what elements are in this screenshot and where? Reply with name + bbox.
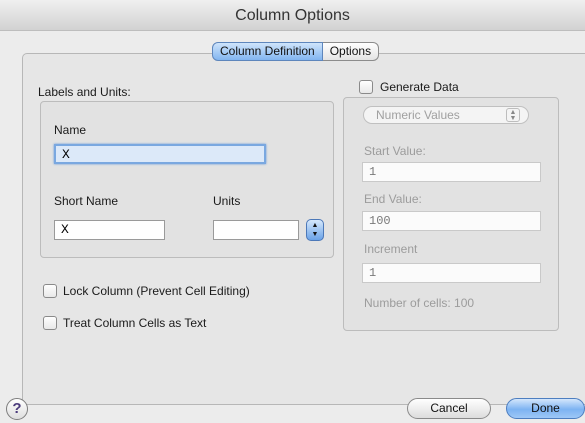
generate-data-label: Generate Data <box>380 80 459 94</box>
start-value-field[interactable]: 1 <box>362 162 541 182</box>
chevron-updown-icon: ▲ ▼ <box>506 108 520 122</box>
generate-mode-value: Numeric Values <box>376 108 460 122</box>
short-name-field[interactable]: X <box>54 220 165 240</box>
generate-data-checkbox[interactable] <box>359 80 373 94</box>
treat-text-label: Treat Column Cells as Text <box>63 316 207 330</box>
tab-options[interactable]: Options <box>322 42 380 61</box>
generate-mode-popup[interactable]: Numeric Values ▲ ▼ <box>363 106 529 124</box>
treat-text-checkbox[interactable] <box>43 316 57 330</box>
tab-column-definition[interactable]: Column Definition <box>212 42 323 61</box>
labels-units-heading: Labels and Units: <box>38 85 131 99</box>
increment-field[interactable]: 1 <box>362 263 541 283</box>
window-title: Column Options <box>0 0 585 31</box>
title-separator <box>0 30 585 31</box>
short-name-label: Short Name <box>54 194 119 208</box>
done-button[interactable]: Done <box>506 398 585 419</box>
end-value-field[interactable]: 100 <box>362 211 541 231</box>
tab-bar: Column Definition Options <box>212 42 380 61</box>
lock-column-checkbox[interactable] <box>43 284 57 298</box>
start-value-label: Start Value: <box>364 144 426 158</box>
units-field[interactable] <box>213 220 299 240</box>
units-stepper[interactable]: ▲ ▼ <box>306 219 324 241</box>
units-label: Units <box>213 194 241 208</box>
number-of-cells: Number of cells: 100 <box>364 296 475 310</box>
name-field[interactable]: X <box>54 144 266 164</box>
lock-column-label: Lock Column (Prevent Cell Editing) <box>63 284 250 298</box>
help-button[interactable]: ? <box>6 398 28 420</box>
chevron-up-icon: ▲ <box>311 222 319 229</box>
increment-label: Increment <box>364 242 418 256</box>
cancel-button[interactable]: Cancel <box>407 398 491 419</box>
chevron-down-icon: ▼ <box>311 231 319 238</box>
end-value-label: End Value: <box>364 192 422 206</box>
name-label: Name <box>54 123 87 137</box>
